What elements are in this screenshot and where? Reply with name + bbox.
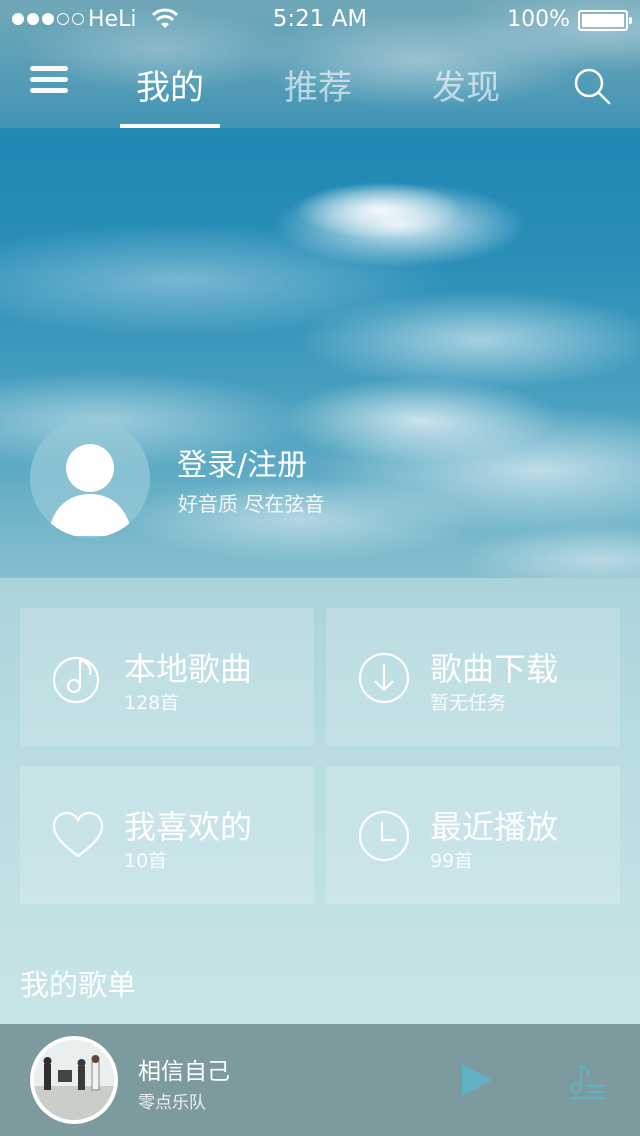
playlist-icon[interactable] <box>566 1060 606 1100</box>
band-photo-icon <box>34 1040 114 1120</box>
user-silhouette-icon <box>48 444 132 536</box>
local-songs-card[interactable]: 本地歌曲 128首 <box>20 608 314 746</box>
profile-slogan: 好音质 尽在弦音 <box>178 492 325 516</box>
search-icon[interactable] <box>572 66 612 106</box>
active-tab-indicator <box>120 124 220 128</box>
card-title: 歌曲下载 <box>430 650 559 688</box>
card-title: 我喜欢的 <box>124 808 253 846</box>
card-subtitle: 99首 <box>430 850 474 872</box>
battery-icon <box>578 10 632 31</box>
album-cover[interactable] <box>30 1036 118 1124</box>
status-bar: HeLi 5:21 AM 100% <box>0 0 640 40</box>
recent-plays-card[interactable]: 最近播放 99首 <box>326 766 620 904</box>
download-icon <box>358 652 410 704</box>
card-subtitle: 暂无任务 <box>430 692 507 714</box>
card-subtitle: 10首 <box>124 850 168 872</box>
battery-percentage: 100% <box>507 7 570 32</box>
tab-discover[interactable]: 发现 <box>406 60 526 109</box>
menu-button[interactable] <box>30 66 68 100</box>
mini-player[interactable]: 相信自己 零点乐队 <box>0 1024 640 1136</box>
card-title: 最近播放 <box>430 808 559 846</box>
top-navigation: 我的 推荐 发现 <box>0 40 640 128</box>
song-title: 相信自己 <box>138 1059 230 1085</box>
my-playlists-heading: 我的歌单 <box>20 968 137 1002</box>
song-artist: 零点乐队 <box>138 1093 206 1113</box>
tab-recommend[interactable]: 推荐 <box>258 60 378 109</box>
clock-icon <box>358 810 410 862</box>
favorites-card[interactable]: 我喜欢的 10首 <box>20 766 314 904</box>
card-title: 本地歌曲 <box>124 650 253 688</box>
card-subtitle: 128首 <box>124 692 180 714</box>
avatar[interactable] <box>30 418 150 538</box>
heart-icon <box>52 811 104 858</box>
play-icon[interactable] <box>460 1062 494 1098</box>
login-register-link[interactable]: 登录/注册 <box>177 440 307 484</box>
downloads-card[interactable]: 歌曲下载 暂无任务 <box>326 608 620 746</box>
hamburger-icon <box>30 66 68 71</box>
tab-mine[interactable]: 我的 <box>110 60 230 109</box>
music-note-icon <box>52 656 100 704</box>
